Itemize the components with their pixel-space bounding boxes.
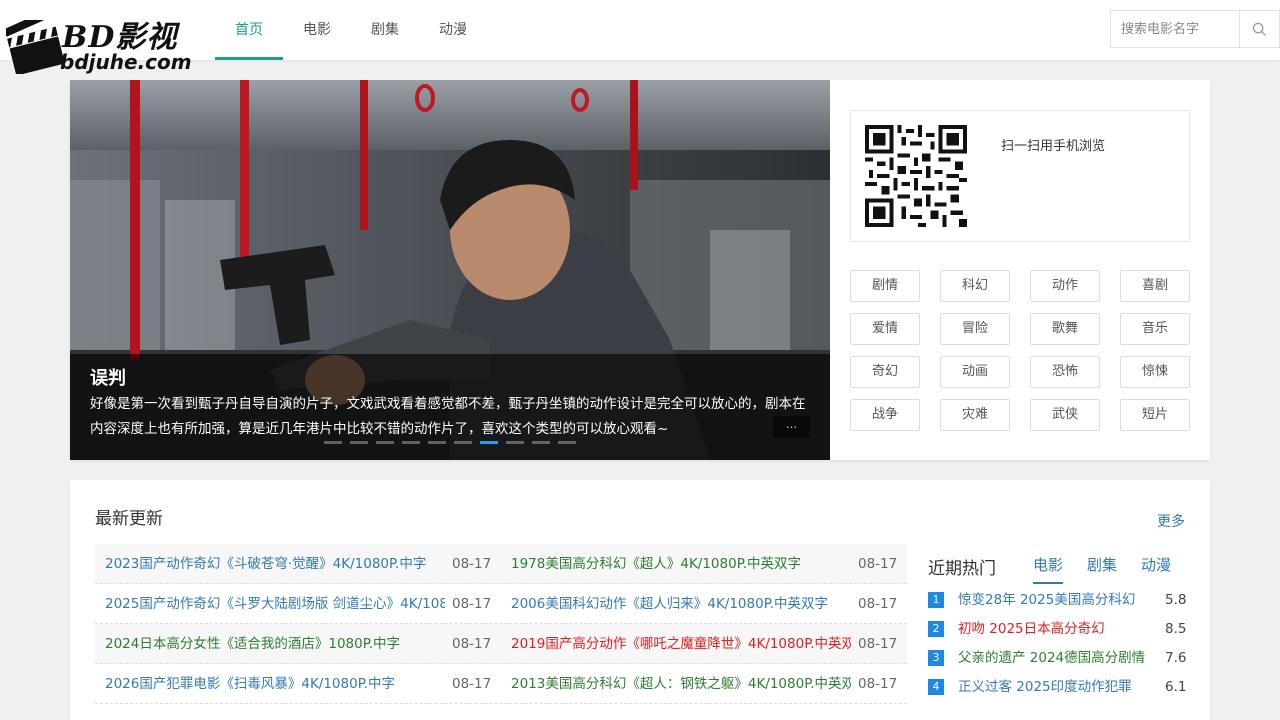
table-row: 2025国产动作奇幻《斗罗大陆剧场版 剑道尘心》4K/1080P.中字 08-1…: [95, 584, 907, 624]
genre-tag[interactable]: 冒险: [940, 313, 1010, 345]
main-nav: 首页 电影 剧集 动漫: [215, 0, 487, 60]
slide-dot[interactable]: [324, 441, 342, 444]
movie-link[interactable]: 2013美国高分科幻《超人：钢铁之躯》4K/1080P.中英双字: [511, 664, 851, 704]
section-title: 最新更新: [95, 509, 163, 529]
movie-link[interactable]: 1978美国高分科幻《超人》4K/1080P.中英双字: [511, 544, 851, 584]
hot-item: 2 初吻 2025日本高分奇幻 8.5: [928, 615, 1190, 644]
hot-tab-movies[interactable]: 电影: [1033, 554, 1064, 584]
rank-badge: 1: [928, 592, 944, 608]
genre-tag[interactable]: 爱情: [850, 313, 920, 345]
site-header: BD影视 bdjuhe.com 首页 电影 剧集 动漫: [0, 0, 1280, 74]
search-icon: [1252, 22, 1267, 36]
update-date: 08-17: [858, 556, 898, 572]
hot-item: 1 惊变28年 2025美国高分科幻 5.8: [928, 586, 1190, 615]
table-row: 2023国产动作奇幻《斗破苍穹·觉醒》4K/1080P.中字 08-17 197…: [95, 544, 907, 584]
movie-link[interactable]: 2006美国科幻动作《超人归来》4K/1080P.中英双字: [511, 584, 851, 624]
slide-description: 好像是第一次看到甄子丹自导自演的片子，文戏武戏看着感觉都不差，甄子丹坐镇的动作设…: [90, 396, 806, 437]
slide-title[interactable]: 误判: [90, 364, 126, 390]
hot-item: 4 正义过客 2025印度动作犯罪 6.1: [928, 673, 1190, 702]
slide-dot[interactable]: [376, 441, 394, 444]
update-date: 08-17: [452, 636, 492, 652]
slide-dot[interactable]: [454, 441, 472, 444]
hot-item-score: 8.5: [1165, 621, 1187, 637]
site-logo[interactable]: BD影视 bdjuhe.com: [4, 6, 192, 76]
more-link[interactable]: 更多: [1157, 511, 1185, 531]
rank-badge: 2: [928, 621, 944, 637]
latest-section: 最新更新 更多 2023国产动作奇幻《斗破苍穹·觉醒》4K/1080P.中字 0…: [70, 480, 1210, 720]
qr-caption: 扫一扫用手机浏览: [1001, 139, 1106, 154]
hot-item-link[interactable]: 正义过客 2025印度动作犯罪: [958, 676, 1163, 698]
hot-tab-anime[interactable]: 动漫: [1141, 554, 1171, 582]
nav-series[interactable]: 剧集: [351, 0, 419, 60]
genre-tag[interactable]: 动画: [940, 356, 1010, 388]
genre-tag[interactable]: 歌舞: [1030, 313, 1100, 345]
rank-badge: 3: [928, 650, 944, 666]
table-row: 2024日本高分女性《适合我的酒店》1080P.中字 08-17 2019国产高…: [95, 624, 907, 664]
hot-item-score: 7.6: [1165, 650, 1187, 666]
clapperboard-icon: [6, 20, 65, 74]
rank-badge: 4: [928, 679, 944, 695]
genre-tag[interactable]: 灾难: [940, 399, 1010, 431]
slide-dot[interactable]: [532, 441, 550, 444]
logo-domain-text: bdjuhe.com: [60, 50, 192, 74]
search-input[interactable]: [1111, 11, 1239, 47]
table-row: 2026国产犯罪电影《扫毒风暴》4K/1080P.中字 08-17 2013美国…: [95, 664, 907, 704]
genre-tag[interactable]: 科幻: [940, 270, 1010, 302]
slide-dot[interactable]: [506, 441, 524, 444]
update-date: 08-17: [858, 596, 898, 612]
genre-tag[interactable]: 音乐: [1120, 313, 1190, 345]
movie-link[interactable]: 2024日本高分女性《适合我的酒店》1080P.中字: [105, 624, 445, 664]
genre-tag[interactable]: 恐怖: [1030, 356, 1100, 388]
update-date: 08-17: [452, 596, 492, 612]
hot-item-link[interactable]: 父亲的遗产 2024德国高分剧情: [958, 647, 1163, 669]
search-box: [1110, 10, 1280, 48]
slide-dot[interactable]: [402, 441, 420, 444]
movie-link[interactable]: 2026国产犯罪电影《扫毒风暴》4K/1080P.中字: [105, 664, 445, 704]
nav-anime[interactable]: 动漫: [419, 0, 487, 60]
genre-tag[interactable]: 喜剧: [1120, 270, 1190, 302]
hot-title: 近期热门: [928, 559, 996, 579]
hot-item-link[interactable]: 初吻 2025日本高分奇幻: [958, 618, 1163, 640]
featured-banner: 误判 好像是第一次看到甄子丹自导自演的片子，文戏武戏看着感觉都不差，甄子丹坐镇的…: [70, 80, 1210, 460]
genre-tag[interactable]: 短片: [1120, 399, 1190, 431]
genre-tag[interactable]: 战争: [850, 399, 920, 431]
slide-more-button[interactable]: ...: [773, 416, 810, 438]
genre-tag[interactable]: 奇幻: [850, 356, 920, 388]
genre-tag[interactable]: 惊悚: [1120, 356, 1190, 388]
update-date: 08-17: [858, 636, 898, 652]
movie-link[interactable]: 2025国产动作奇幻《斗罗大陆剧场版 剑道尘心》4K/1080P.中字: [105, 584, 445, 624]
slide-dot[interactable]: [350, 441, 368, 444]
hot-item-score: 5.8: [1165, 592, 1187, 608]
movie-link[interactable]: 2019国产高分动作《哪吒之魔童降世》4K/1080P.中英双字: [511, 624, 851, 664]
genre-tag[interactable]: 剧情: [850, 270, 920, 302]
slide-dot[interactable]: [558, 441, 576, 444]
nav-home[interactable]: 首页: [215, 0, 283, 60]
genre-tag[interactable]: 动作: [1030, 270, 1100, 302]
hot-tab-series[interactable]: 剧集: [1087, 554, 1117, 582]
genre-tag[interactable]: 武侠: [1030, 399, 1100, 431]
slide-caption: 误判 好像是第一次看到甄子丹自导自演的片子，文戏武戏看着感觉都不差，甄子丹坐镇的…: [70, 354, 830, 460]
search-button[interactable]: [1239, 11, 1279, 47]
qr-code-icon: [865, 125, 967, 227]
hot-item-score: 6.1: [1165, 679, 1187, 695]
slide-pagination: [324, 441, 584, 444]
movie-link[interactable]: 2023国产动作奇幻《斗破苍穹·觉醒》4K/1080P.中字: [105, 544, 445, 584]
qr-panel: 扫一扫用手机浏览: [850, 110, 1190, 242]
nav-movies[interactable]: 电影: [283, 0, 351, 60]
slide-dot-active[interactable]: [480, 441, 498, 444]
hot-item-link[interactable]: 惊变28年 2025美国高分科幻: [958, 589, 1163, 611]
featured-slide[interactable]: 误判 好像是第一次看到甄子丹自导自演的片子，文戏武戏看着感觉都不差，甄子丹坐镇的…: [70, 80, 830, 460]
update-date: 08-17: [858, 676, 898, 692]
update-date: 08-17: [452, 676, 492, 692]
hot-item: 3 父亲的遗产 2024德国高分剧情 7.6: [928, 644, 1190, 673]
update-date: 08-17: [452, 556, 492, 572]
slide-dot[interactable]: [428, 441, 446, 444]
